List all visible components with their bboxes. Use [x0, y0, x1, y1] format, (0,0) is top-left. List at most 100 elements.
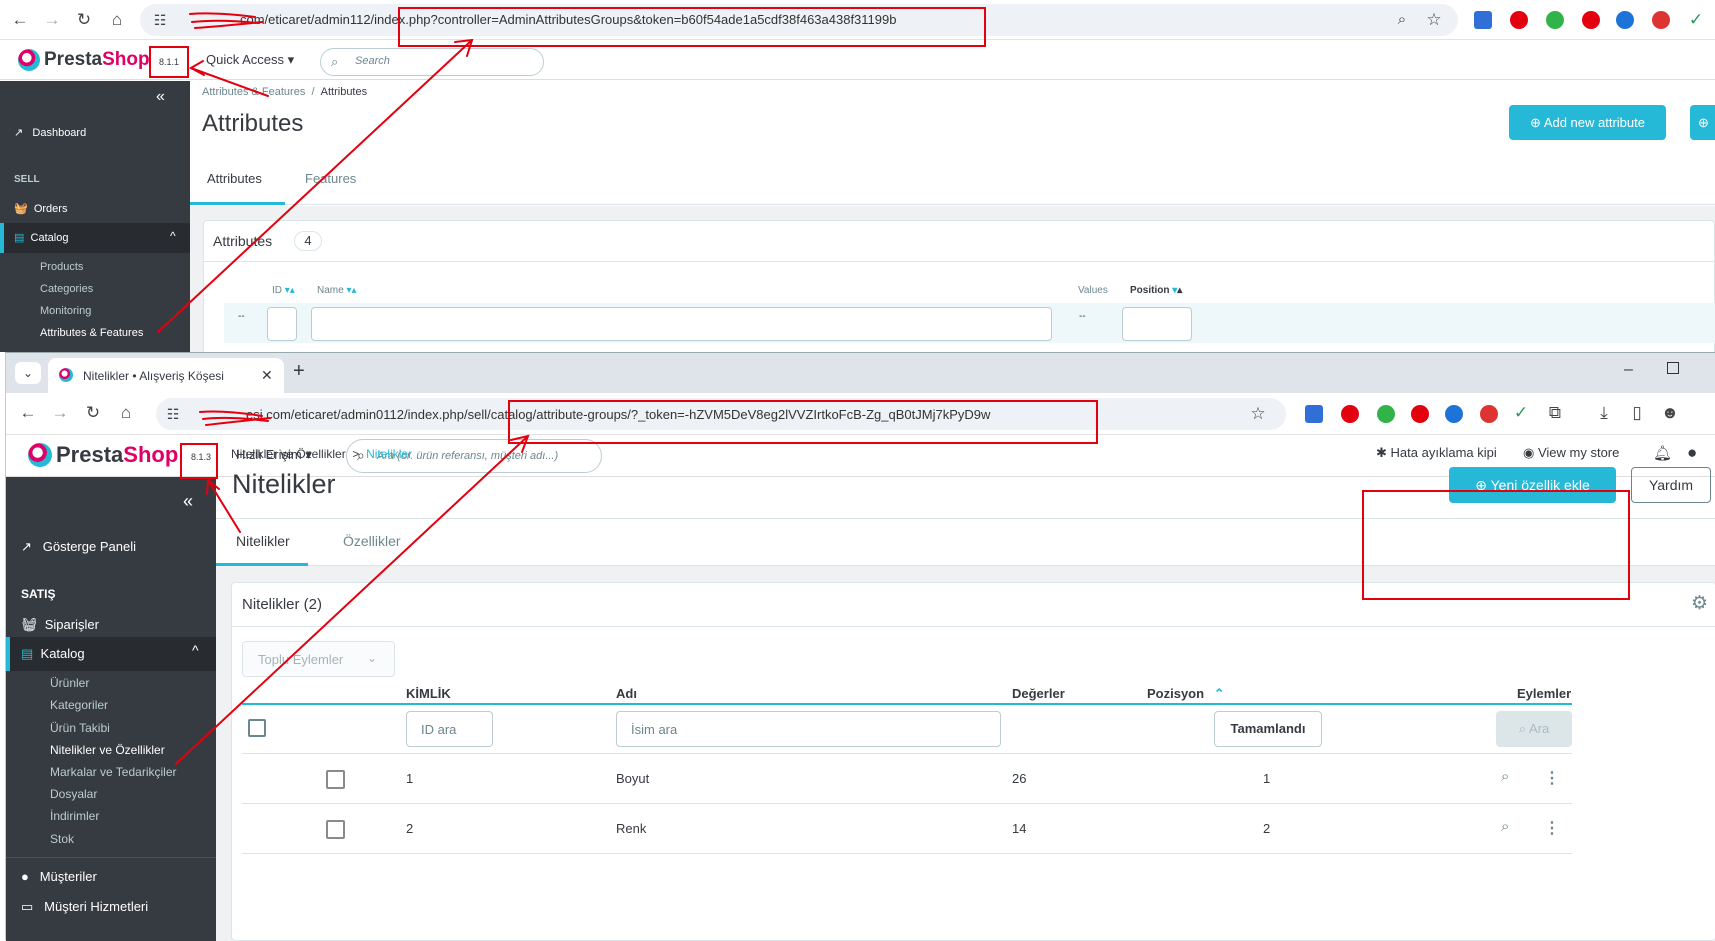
sidebar-item-dashboard[interactable]: ↗ Dashboard	[14, 126, 86, 139]
settings-gear-icon[interactable]: ⚙	[1691, 592, 1708, 615]
opera-extension-icon[interactable]	[1510, 11, 1528, 29]
back-icon[interactable]: ←	[18, 403, 38, 423]
tab-attributes[interactable]: Nitelikler	[216, 519, 308, 566]
adblock-icon[interactable]	[1411, 405, 1429, 423]
minimize-icon[interactable]: –	[1624, 361, 1633, 379]
done-button[interactable]: Tamamlandı	[1214, 711, 1322, 747]
row-checkbox[interactable]	[326, 820, 345, 839]
filter-position-input[interactable]	[1122, 307, 1192, 341]
adblock-icon[interactable]	[1582, 11, 1600, 29]
row-checkbox[interactable]	[326, 770, 345, 789]
account-icon[interactable]: ●	[1687, 443, 1697, 463]
browser-tab[interactable]: Nitelikler • Alışveriş Köşesi ✕	[48, 358, 284, 393]
filter-id-input[interactable]	[267, 307, 297, 341]
bookmark-star-icon[interactable]: ☆	[1424, 10, 1444, 30]
extension-icon[interactable]	[1305, 405, 1323, 423]
more-options-icon[interactable]: ⋮	[1544, 768, 1560, 788]
filter-id-input[interactable]: ID ara	[406, 711, 493, 747]
help-button[interactable]: Yardım	[1631, 467, 1711, 503]
check-extension-icon[interactable]: ✓	[1686, 10, 1706, 30]
tab-attributes[interactable]: Attributes	[190, 155, 285, 205]
forward-icon[interactable]: →	[50, 403, 70, 423]
reload-icon[interactable]: ↻	[83, 403, 103, 423]
tab-features[interactable]: Features	[305, 155, 356, 203]
shield-extension-icon[interactable]	[1377, 405, 1395, 423]
sidebar-item-orders[interactable]: 🧺︎ Siparişler	[21, 617, 99, 633]
sidebar-sub-monitoring[interactable]: Ürün Takibi	[50, 721, 110, 735]
sidebar-sub-attributes-features[interactable]: Nitelikler ve Özellikler	[50, 743, 165, 757]
filter-name-input[interactable]	[311, 307, 1052, 341]
sidebar-sub-products[interactable]: Ürünler	[50, 676, 89, 690]
forward-icon[interactable]: →	[42, 10, 62, 30]
zoom-icon[interactable]: ⌕	[1392, 10, 1412, 30]
view-store-link[interactable]: ◉ View my store	[1523, 445, 1619, 461]
security-extension-icon[interactable]	[1652, 11, 1670, 29]
close-tab-icon[interactable]: ✕	[261, 367, 273, 384]
sidebar-sub-categories[interactable]: Categories	[40, 283, 93, 295]
table-row[interactable]: 1 Boyut 26 1 ⌕ ⋮	[242, 754, 1572, 804]
col-position-header[interactable]: Pozisyon ⌃	[1147, 686, 1225, 702]
shield-extension-icon[interactable]	[1546, 11, 1564, 29]
sidebar-sub-attributes-features[interactable]: Attributes & Features	[40, 327, 143, 339]
extension-icon[interactable]	[1474, 11, 1492, 29]
col-id-header[interactable]: KİMLİK	[406, 686, 451, 701]
sidebar-sub-products[interactable]: Products	[40, 261, 83, 273]
more-options-icon[interactable]: ⋮	[1544, 818, 1560, 838]
tab-features[interactable]: Özellikler	[343, 519, 401, 563]
bulk-actions-dropdown[interactable]: Toplu Eylemler ⌄	[242, 641, 395, 677]
col-position-header[interactable]: Position ▾▴	[1130, 285, 1182, 296]
reload-icon[interactable]: ↻	[74, 10, 94, 30]
col-name-header[interactable]: Name ▾▴	[317, 285, 357, 296]
media-extension-icon[interactable]	[1616, 11, 1634, 29]
select-all-checkbox[interactable]	[248, 719, 266, 737]
sidebar-item-dashboard[interactable]: ↗ Gösterge Paneli	[21, 539, 136, 555]
sidebar-sub-stock[interactable]: Stok	[50, 832, 74, 846]
breadcrumb-parent[interactable]: Nitelikler ve Özellikler	[231, 447, 346, 461]
search-button[interactable]: ⌕ Ara	[1496, 711, 1572, 747]
home-icon[interactable]: ⌂	[116, 403, 136, 423]
notifications-bell-icon[interactable]: 🔔︎	[1653, 444, 1672, 462]
site-settings-icon[interactable]: ☷	[163, 404, 183, 424]
sidebar-item-customer-service[interactable]: ▭ Müşteri Hizmetleri	[21, 899, 148, 915]
tab-search-icon[interactable]: ⌄	[15, 362, 41, 384]
collapse-sidebar-icon[interactable]: «	[156, 88, 165, 106]
home-icon[interactable]: ⌂	[107, 10, 127, 30]
col-name-header[interactable]: Adı	[616, 686, 637, 701]
add-new-attribute-button[interactable]: ⊕ Add new attribute	[1509, 105, 1666, 140]
bookmark-star-icon[interactable]: ☆	[1248, 404, 1268, 424]
zoom-view-icon[interactable]: ⌕	[1501, 768, 1509, 785]
media-extension-icon[interactable]	[1445, 405, 1463, 423]
maximize-icon[interactable]	[1667, 362, 1679, 374]
debug-mode-link[interactable]: ✱ Hata ayıklama kipi	[1376, 445, 1497, 461]
sidebar-sub-monitoring[interactable]: Monitoring	[40, 305, 91, 317]
sort-icon[interactable]: ▾▴	[346, 285, 356, 296]
sidebar-sub-categories[interactable]: Kategoriler	[50, 698, 108, 712]
extensions-puzzle-icon[interactable]: ⧉	[1545, 403, 1565, 423]
sidebar-sub-files[interactable]: Dosyalar	[50, 787, 97, 801]
collapse-sidebar-icon[interactable]: «	[183, 491, 193, 512]
sidebar-sub-brands-suppliers[interactable]: Markalar ve Tedarikçiler	[50, 765, 177, 779]
sidepanel-icon[interactable]: ▯	[1627, 403, 1647, 423]
profile-icon[interactable]: ☻	[1660, 403, 1680, 423]
sidebar-item-customers[interactable]: ● Müşteriler	[21, 869, 97, 884]
download-icon[interactable]: ⤓	[1594, 403, 1614, 423]
quick-access-dropdown[interactable]: Quick Access ▾	[206, 52, 294, 68]
security-extension-icon[interactable]	[1480, 405, 1498, 423]
check-extension-icon[interactable]: ✓	[1511, 403, 1531, 423]
table-row[interactable]: 2 Renk 14 2 ⌕ ⋮	[242, 804, 1572, 854]
breadcrumb-parent[interactable]: Attributes & Features	[202, 86, 305, 98]
sidebar-item-orders[interactable]: 🧺 Orders	[14, 202, 67, 215]
sort-asc-icon[interactable]: ⌃	[1214, 686, 1225, 701]
sidebar-sub-discounts[interactable]: İndirimler	[50, 809, 99, 823]
sort-icon[interactable]: ▾▴	[285, 285, 295, 296]
opera-extension-icon[interactable]	[1341, 405, 1359, 423]
add-new-feature-button[interactable]: ⊕	[1690, 105, 1715, 140]
search-input[interactable]: ⌕ Search	[320, 48, 544, 76]
site-settings-icon[interactable]: ☷	[150, 10, 170, 30]
sort-icon[interactable]: ▾	[1172, 285, 1177, 296]
back-icon[interactable]: ←	[10, 10, 30, 30]
new-tab-button[interactable]: +	[293, 360, 305, 383]
col-id-header[interactable]: ID ▾▴	[272, 285, 295, 296]
zoom-view-icon[interactable]: ⌕	[1501, 818, 1509, 835]
filter-name-input[interactable]: İsim ara	[616, 711, 1001, 747]
